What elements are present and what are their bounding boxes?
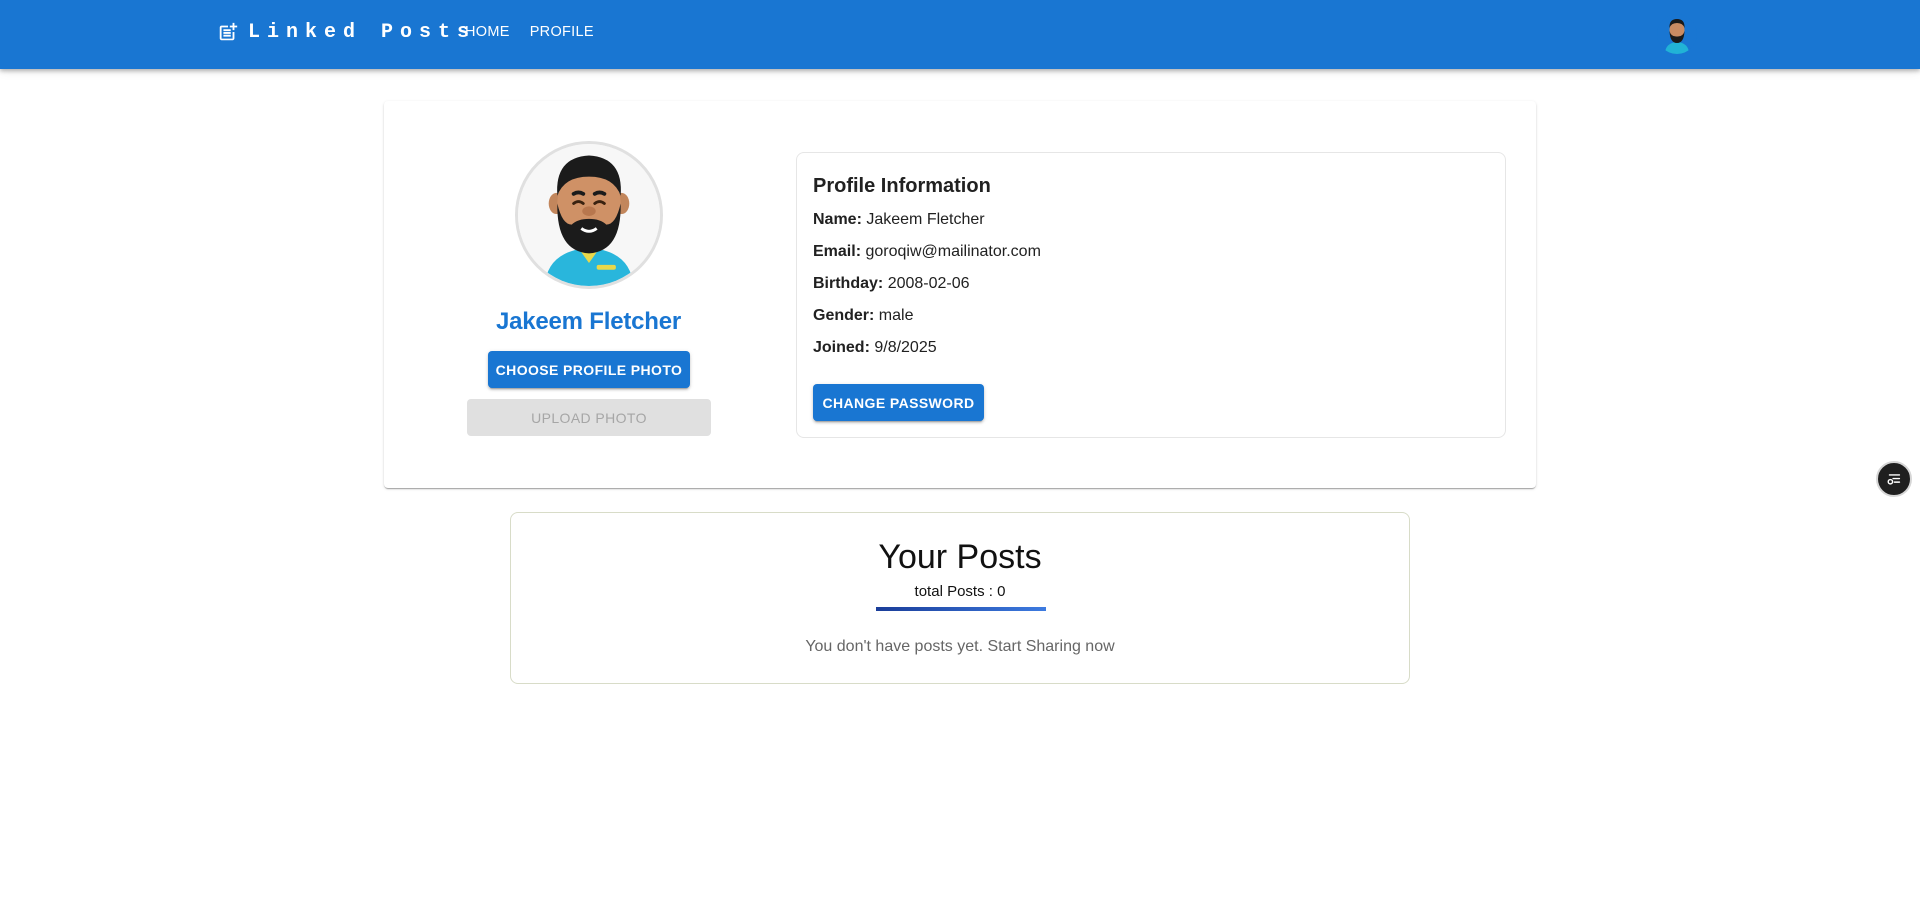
main-nav: HOME PROFILE bbox=[465, 24, 594, 40]
user-avatar-button[interactable] bbox=[1657, 14, 1697, 54]
nav-profile-link[interactable]: PROFILE bbox=[530, 24, 594, 40]
info-joined-value: 9/8/2025 bbox=[874, 339, 937, 356]
brand-title: Linked Posts bbox=[248, 20, 477, 44]
info-gender-value: male bbox=[878, 307, 914, 324]
profile-name: Jakeem Fletcher bbox=[495, 308, 682, 335]
your-posts-card: Your Posts total Posts : 0 You don't hav… bbox=[510, 512, 1410, 684]
profile-photo-panel: Jakeem Fletcher CHOOSE PROFILE PHOTO UPL… bbox=[384, 101, 793, 488]
info-email-row: Email: goroqiw@mailinator.com bbox=[813, 243, 1041, 261]
profile-avatar-icon bbox=[518, 144, 660, 286]
choose-profile-photo-button[interactable]: CHOOSE PROFILE PHOTO bbox=[488, 351, 690, 388]
posts-title: Your Posts bbox=[878, 538, 1042, 576]
info-name-label: Name: bbox=[813, 211, 862, 228]
info-joined-label: Joined: bbox=[813, 339, 870, 356]
profile-information-box: Profile Information Name: Jakeem Fletche… bbox=[796, 152, 1506, 438]
upload-photo-button[interactable]: UPLOAD PHOTO bbox=[467, 399, 711, 436]
profile-information-title: Profile Information bbox=[813, 175, 991, 197]
brand-logo[interactable]: Linked Posts bbox=[217, 20, 476, 44]
nav-home-link[interactable]: HOME bbox=[465, 24, 510, 40]
info-email-value: goroqiw@mailinator.com bbox=[865, 243, 1041, 260]
info-email-label: Email: bbox=[813, 243, 862, 260]
info-birthday-value: 2008-02-06 bbox=[887, 275, 970, 292]
posts-title-underline bbox=[876, 607, 1046, 611]
change-password-button[interactable]: CHANGE PASSWORD bbox=[813, 384, 984, 421]
posts-empty-message: You don't have posts yet. Start Sharing … bbox=[805, 638, 1115, 655]
info-gender-row: Gender: male bbox=[813, 307, 913, 325]
floating-toolbar-button[interactable] bbox=[1876, 461, 1912, 497]
user-avatar-icon bbox=[1657, 14, 1697, 54]
app-bar: Linked Posts HOME PROFILE bbox=[0, 0, 1920, 69]
toolbar-toggle-icon bbox=[1887, 474, 1901, 485]
profile-photo bbox=[515, 141, 663, 289]
info-birthday-label: Birthday: bbox=[813, 275, 884, 292]
info-gender-label: Gender: bbox=[813, 307, 875, 324]
posts-total-count: total Posts : 0 bbox=[914, 583, 1006, 600]
info-name-value: Jakeem Fletcher bbox=[866, 211, 985, 228]
post-add-icon bbox=[219, 22, 238, 41]
info-birthday-row: Birthday: 2008-02-06 bbox=[813, 275, 970, 293]
info-name-row: Name: Jakeem Fletcher bbox=[813, 211, 985, 229]
profile-card: Jakeem Fletcher CHOOSE PROFILE PHOTO UPL… bbox=[384, 101, 1536, 488]
info-joined-row: Joined: 9/8/2025 bbox=[813, 339, 937, 357]
